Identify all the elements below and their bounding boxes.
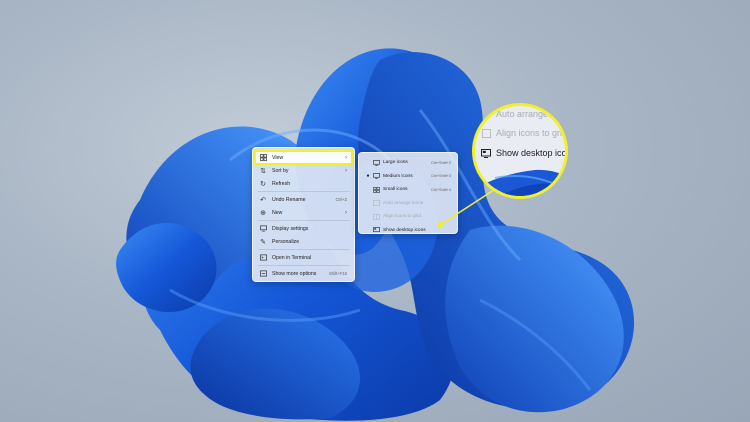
submenu-item-label: Small icons	[383, 187, 408, 193]
menu-item-label: Open in Terminal	[272, 254, 312, 261]
auto-arrange-icon	[372, 200, 380, 207]
menu-item-new[interactable]: ⊕ New ›	[256, 206, 351, 219]
terminal-icon	[259, 254, 267, 262]
zoom-row-label: Auto arrange i	[496, 109, 553, 119]
grid-icon	[259, 154, 267, 162]
submenu-item-shortcut: Ctrl+Shift+3	[430, 174, 451, 179]
plus-icon: ⊕	[260, 209, 266, 217]
align-grid-icon	[372, 213, 380, 220]
menu-item-label: Personalize	[272, 238, 300, 245]
menu-item-label: New	[272, 209, 283, 216]
submenu-item-shortcut: Ctrl+Shift+2	[430, 160, 451, 165]
menu-item-sort-by[interactable]: ⇅ Sort by ›	[256, 164, 351, 177]
chevron-right-icon: ›	[345, 167, 347, 174]
menu-item-refresh[interactable]: ↻ Refresh	[256, 177, 351, 190]
submenu-item-align-to-grid[interactable]: Align icons to grid	[362, 210, 454, 224]
submenu-item-auto-arrange[interactable]: Auto arrange icons	[362, 197, 454, 211]
menu-item-shortcut: Ctrl+Z	[335, 197, 347, 202]
monitor-icon	[372, 173, 380, 180]
zoom-row-label: Align icons to grid	[496, 128, 568, 138]
zoom-row-show-desktop-icons: Show desktop icons	[481, 148, 567, 158]
undo-icon: ↶	[260, 196, 266, 204]
zoom-row-auto-arrange: Auto arrange i	[481, 109, 553, 119]
submenu-item-large-icons[interactable]: Large icons Ctrl+Shift+2	[362, 156, 454, 170]
submenu-item-label: Align icons to grid	[383, 214, 421, 220]
menu-item-label: Undo Rename	[272, 196, 306, 203]
sort-icon: ⇅	[260, 167, 266, 175]
menu-item-label: View	[272, 154, 284, 161]
menu-item-undo-rename[interactable]: ↶ Undo Rename Ctrl+Z	[256, 193, 351, 206]
menu-divider	[258, 220, 349, 221]
zoom-callout: Auto arrange i Align icons to grid Show …	[472, 103, 568, 199]
menu-item-display-settings[interactable]: Display settings	[256, 222, 351, 235]
zoom-row-align-grid: Align icons to grid	[481, 128, 568, 138]
menu-divider	[258, 191, 349, 192]
view-submenu: Large icons Ctrl+Shift+2 ● Medium icons …	[358, 152, 458, 234]
auto-arrange-icon	[481, 110, 491, 119]
selected-bullet-icon: ●	[366, 173, 370, 180]
chevron-right-icon: ›	[345, 209, 347, 216]
desktop-icon	[481, 148, 491, 158]
more-options-icon	[259, 270, 267, 278]
submenu-item-small-icons[interactable]: Small icons Ctrl+Shift+4	[362, 183, 454, 197]
brush-icon: ✎	[260, 238, 266, 246]
menu-item-personalize[interactable]: ✎ Personalize	[256, 235, 351, 248]
submenu-item-label: Show desktop icons	[383, 227, 426, 233]
monitor-icon	[372, 159, 380, 166]
submenu-item-label: Auto arrange icons	[383, 200, 424, 206]
menu-item-label: Show more options	[272, 270, 317, 277]
zoom-row-label: Show desktop icons	[496, 148, 567, 158]
menu-item-label: Display settings	[272, 225, 309, 232]
display-icon	[259, 225, 267, 233]
menu-item-label: Sort by	[272, 167, 289, 174]
submenu-item-medium-icons[interactable]: ● Medium icons Ctrl+Shift+3	[362, 170, 454, 184]
submenu-item-show-desktop-icons[interactable]: Show desktop icons	[362, 224, 454, 238]
menu-divider	[258, 265, 349, 266]
menu-item-label: Refresh	[272, 180, 291, 187]
desktop-context-menu: View › ⇅ Sort by › ↻ Refresh ↶ Undo Rena…	[252, 147, 355, 282]
refresh-icon: ↻	[260, 180, 266, 188]
menu-item-view[interactable]: View ›	[256, 151, 351, 164]
align-grid-icon	[481, 128, 491, 138]
small-grid-icon	[372, 186, 380, 193]
desktop-icon	[372, 227, 380, 234]
menu-item-shortcut: Shift+F10	[328, 271, 347, 276]
submenu-item-label: Medium icons	[383, 173, 413, 179]
submenu-item-shortcut: Ctrl+Shift+4	[430, 187, 451, 192]
submenu-item-label: Large icons	[383, 160, 408, 166]
zoomed-bloom-image	[475, 169, 565, 196]
menu-divider	[258, 249, 349, 250]
menu-item-open-in-terminal[interactable]: Open in Terminal	[256, 251, 351, 264]
menu-item-show-more-options[interactable]: Show more options Shift+F10	[256, 267, 351, 280]
chevron-right-icon: ›	[345, 154, 347, 161]
